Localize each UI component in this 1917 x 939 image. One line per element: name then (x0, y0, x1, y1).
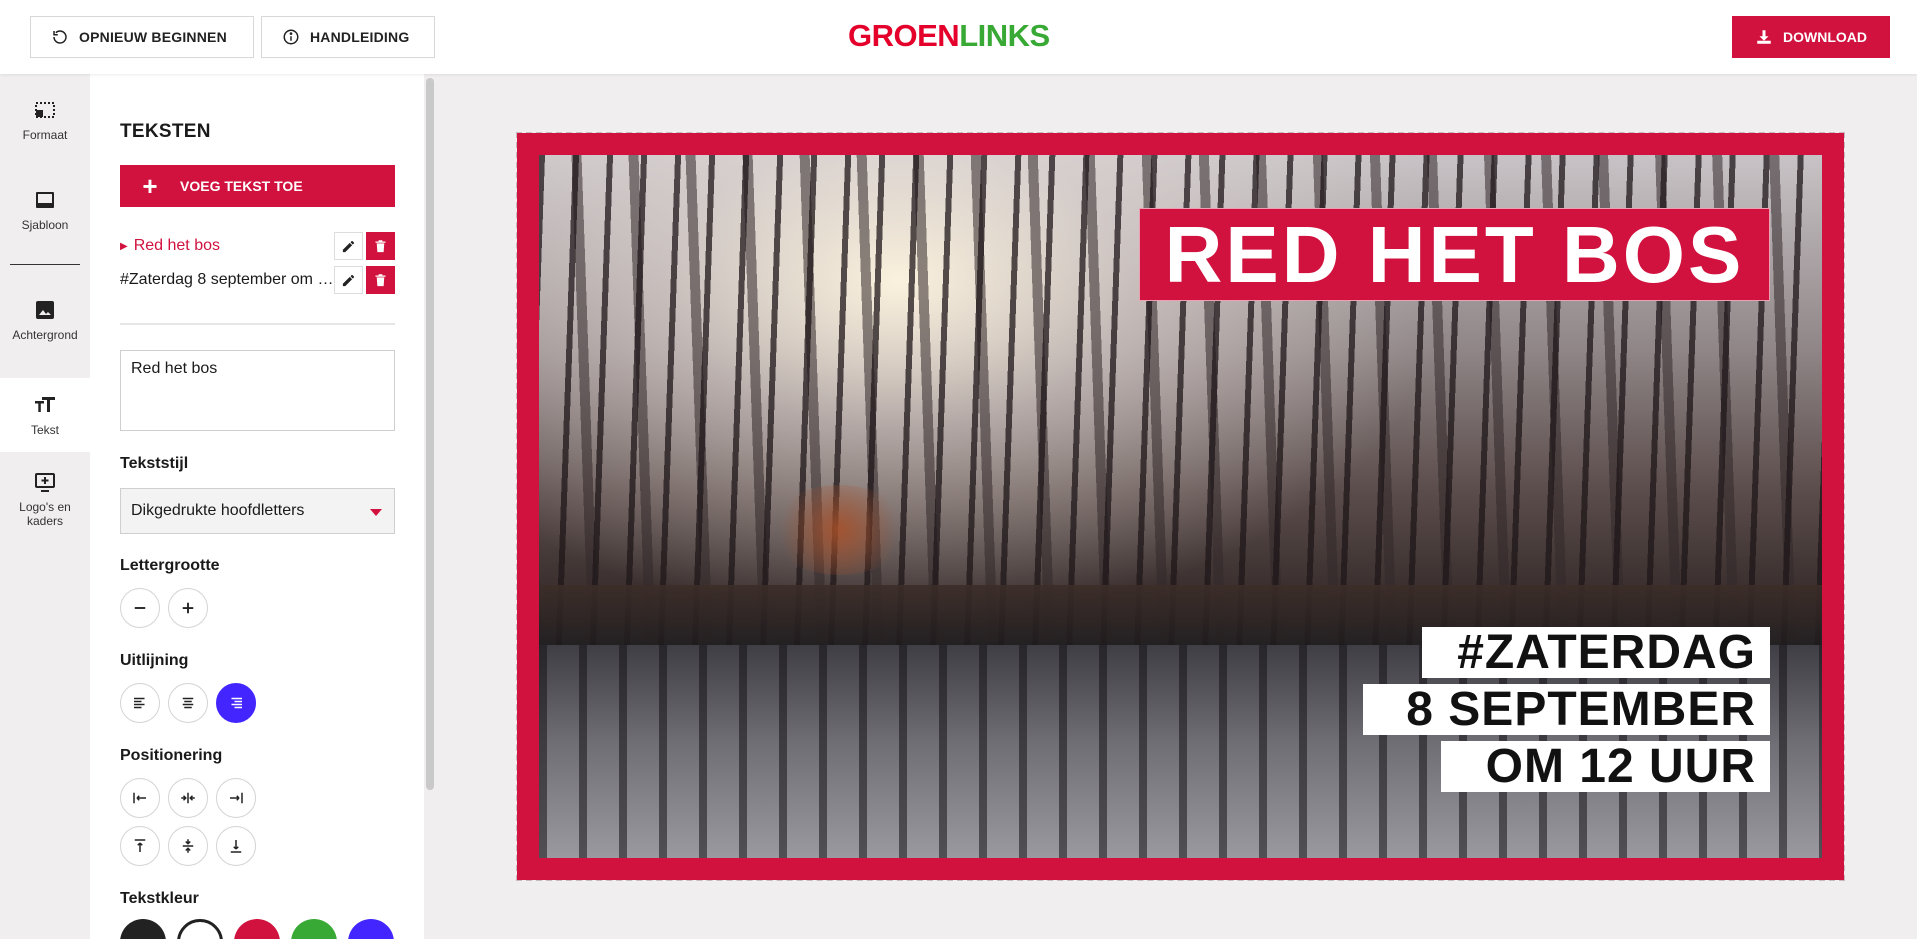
restart-button[interactable]: OPNIEUW BEGINNEN (30, 16, 254, 58)
text-list-item-label: #Zaterdag 8 september om 12 uur (120, 271, 334, 288)
info-icon (283, 29, 299, 45)
text-style-select[interactable]: Dikgedrukte hoofdletters (120, 488, 395, 534)
align-top-icon (134, 839, 146, 852)
poster-subline[interactable]: 8 SEPTEMBER (1363, 683, 1770, 736)
color-swatch-red[interactable] (234, 919, 280, 939)
center-horizontal-icon (181, 792, 195, 804)
text-list-item[interactable]: ▶ Red het bos (120, 232, 395, 260)
panel-scrollbar[interactable] (426, 78, 434, 790)
top-bar: OPNIEUW BEGINNEN HANDLEIDING GROENLINKS … (0, 0, 1917, 74)
text-color-label: Tekstkleur (120, 890, 199, 907)
pencil-icon (342, 274, 355, 286)
decrease-size-button[interactable] (120, 588, 160, 628)
align-start-icon (133, 792, 146, 804)
add-frame-icon (35, 473, 55, 492)
edit-text-button[interactable] (334, 232, 363, 260)
position-center-v-button[interactable] (168, 826, 208, 866)
text-icon (35, 397, 55, 412)
tool-rail: Formaat Sjabloon Achtergrond Tekst Logo'… (0, 74, 90, 939)
add-text-button[interactable]: + VOEG TEKST TOE (120, 165, 395, 207)
positioning-label: Positionering (120, 747, 223, 764)
align-bottom-icon (230, 840, 242, 853)
refresh-icon (53, 30, 67, 44)
texts-panel: TEKSTEN + VOEG TEKST TOE ▶ Red het bos #… (90, 74, 424, 939)
center-vertical-icon (182, 839, 194, 853)
pencil-icon (342, 240, 355, 252)
rail-divider (10, 264, 80, 265)
delete-text-button[interactable] (366, 232, 395, 260)
rail-label-sjabloon: Sjabloon (21, 218, 69, 232)
download-icon (1757, 30, 1771, 44)
alignment-label: Uitlijning (120, 652, 189, 669)
plus-icon (182, 602, 194, 614)
font-size-label: Lettergrootte (120, 557, 220, 574)
rail-item-achtergrond[interactable]: Achtergrond (0, 298, 90, 358)
format-icon (35, 102, 55, 118)
text-style-value: Dikgedrukte hoofdletters (131, 502, 305, 519)
panel-title: TEKSTEN (120, 121, 211, 142)
align-center-button[interactable] (168, 683, 208, 723)
caret-right-icon: ▶ (120, 240, 128, 252)
plus-icon: + (142, 171, 158, 201)
text-style-label: Tekststijl (120, 455, 189, 472)
logo-part-1: GROEN (848, 18, 960, 53)
dropdown-arrow-icon (370, 509, 382, 516)
poster-headline[interactable]: RED HET BOS (1139, 208, 1770, 301)
poster-subline[interactable]: OM 12 UUR (1441, 740, 1770, 793)
add-text-label: VOEG TEKST TOE (180, 178, 303, 194)
align-left-button[interactable] (120, 683, 160, 723)
trash-icon (375, 239, 386, 252)
rail-label-formaat: Formaat (22, 128, 68, 142)
download-button[interactable]: DOWNLOAD (1732, 16, 1890, 58)
color-swatch-green[interactable] (291, 919, 337, 939)
trash-icon (375, 273, 386, 286)
position-bottom-button[interactable] (216, 826, 256, 866)
rail-label-tekst: Tekst (30, 423, 59, 437)
rail-item-tekst[interactable]: Tekst (0, 378, 90, 452)
align-center-icon (182, 697, 194, 709)
align-left-icon (134, 697, 145, 709)
rail-label-logos: Logo's en kaders (19, 500, 71, 528)
color-swatch-purple[interactable] (348, 919, 394, 939)
logo-part-2: LINKS (959, 18, 1050, 53)
minus-icon (134, 607, 146, 609)
position-top-button[interactable] (120, 826, 160, 866)
align-right-icon (231, 697, 242, 709)
position-right-button[interactable] (216, 778, 256, 818)
poster-subline[interactable]: #ZATERDAG (1422, 626, 1770, 679)
template-icon (36, 192, 54, 208)
rail-item-formaat[interactable]: Formaat (0, 98, 90, 158)
delete-text-button[interactable] (366, 266, 395, 294)
text-list-item-label: Red het bos (133, 237, 220, 254)
rail-label-achtergrond: Achtergrond (12, 328, 78, 342)
color-swatch-white[interactable] (177, 919, 223, 939)
increase-size-button[interactable] (168, 588, 208, 628)
manual-label: HANDLEIDING (310, 29, 410, 45)
panel-divider (120, 323, 395, 325)
manual-button[interactable]: HANDLEIDING (261, 16, 435, 58)
text-content-input[interactable] (120, 350, 395, 431)
download-label: DOWNLOAD (1783, 29, 1867, 45)
text-list-item[interactable]: #Zaterdag 8 september om 12 uur (120, 266, 395, 294)
edit-text-button[interactable] (334, 266, 363, 294)
position-center-h-button[interactable] (168, 778, 208, 818)
color-swatch-black[interactable] (120, 919, 166, 939)
align-end-icon (230, 792, 243, 804)
align-right-button[interactable] (216, 683, 256, 723)
image-icon (36, 301, 54, 319)
rail-item-logos[interactable]: Logo's en kaders (0, 470, 90, 550)
restart-label: OPNIEUW BEGINNEN (79, 29, 227, 45)
rail-item-sjabloon[interactable]: Sjabloon (0, 188, 90, 248)
photo-leaves (769, 485, 909, 575)
position-left-button[interactable] (120, 778, 160, 818)
logo: GROENLINKS (848, 18, 1050, 54)
